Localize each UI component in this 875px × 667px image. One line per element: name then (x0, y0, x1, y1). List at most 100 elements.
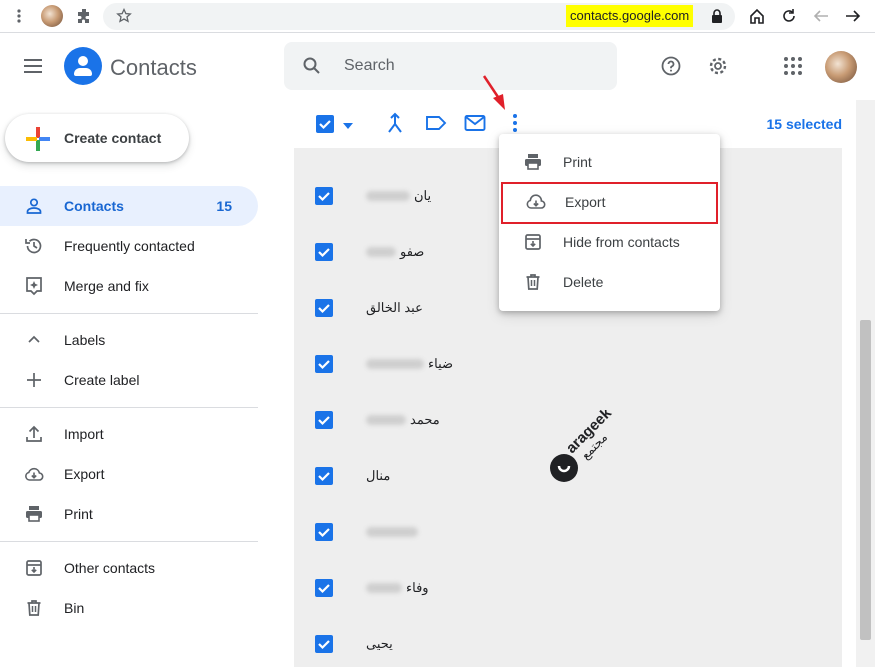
scrollbar[interactable] (856, 100, 875, 667)
row-checkbox[interactable] (315, 355, 333, 373)
history-icon (24, 236, 44, 256)
blurred-text (366, 583, 402, 593)
sidebar-item-label: Labels (64, 332, 106, 348)
sidebar-item-label: Frequently contacted (64, 238, 195, 254)
sidebar-item-export[interactable]: Export (0, 454, 258, 494)
extensions-icon[interactable] (74, 5, 94, 27)
contact-name: يان (414, 188, 432, 203)
sidebar-item-bin[interactable]: Bin (0, 588, 258, 628)
sidebar-item-label: Contacts (64, 198, 124, 214)
blurred-text (366, 359, 424, 369)
help-icon[interactable] (661, 56, 681, 81)
sidebar-item-label: Import (64, 426, 104, 442)
sidebar-item-label: Other contacts (64, 560, 156, 576)
sidebar-item-label: Print (64, 506, 93, 522)
contact-name: يحيى (366, 636, 393, 651)
list-item[interactable]: يحيى (294, 616, 842, 667)
app-header: Contacts (0, 34, 875, 100)
cloud-download-icon (24, 464, 44, 484)
menu-item-print[interactable]: Print (499, 142, 720, 182)
url-text[interactable]: contacts.google.com (566, 5, 694, 27)
home-icon[interactable] (747, 5, 767, 27)
contacts-logo-icon[interactable] (64, 47, 102, 85)
sidebar-item-label: Export (64, 466, 105, 482)
menu-item-export[interactable]: Export (501, 182, 718, 224)
blurred-text (366, 247, 396, 257)
sidebar-divider (0, 541, 258, 542)
settings-gear-icon[interactable] (708, 56, 728, 81)
more-actions-menu: Print Export Hide from contacts Delete (499, 134, 720, 311)
apps-grid-icon[interactable] (783, 56, 803, 81)
blurred-text (366, 527, 418, 537)
search-box[interactable] (284, 42, 617, 90)
archive-icon (24, 558, 44, 578)
menu-item-label: Hide from contacts (563, 234, 680, 250)
sidebar-item-labels[interactable]: Labels (0, 320, 258, 360)
create-contact-button[interactable]: Create contact (5, 114, 189, 162)
app-title[interactable]: Contacts (110, 55, 197, 81)
lock-icon (711, 9, 723, 28)
contact-name: وفاء (406, 580, 429, 595)
select-dropdown-icon[interactable] (342, 118, 354, 136)
profile-avatar-icon[interactable] (40, 5, 64, 27)
person-icon (24, 196, 44, 216)
list-item[interactable]: ضياء (294, 336, 842, 392)
cloud-download-icon (525, 192, 547, 217)
sidebar-item-contacts[interactable]: Contacts 15 (0, 186, 258, 226)
select-all-checkbox[interactable] (315, 114, 335, 139)
sidebar-item-label: Bin (64, 600, 85, 616)
arageek-watermark: arageek مجتمع (546, 404, 636, 495)
blurred-text (366, 415, 406, 425)
more-vert-icon[interactable] (12, 5, 26, 27)
forward-icon[interactable] (843, 5, 863, 27)
sidebar-item-import[interactable]: Import (0, 414, 258, 454)
main-menu-icon[interactable] (22, 56, 44, 81)
row-checkbox[interactable] (315, 467, 333, 485)
archive-icon (523, 232, 543, 257)
contact-name: صفو (400, 244, 425, 259)
merge-icon[interactable] (385, 112, 405, 139)
sidebar-item-print[interactable]: Print (0, 494, 258, 534)
reload-icon[interactable] (779, 5, 799, 27)
row-checkbox[interactable] (315, 523, 333, 541)
contacts-count: 15 (216, 198, 232, 214)
list-item[interactable] (294, 504, 842, 560)
row-checkbox[interactable] (315, 299, 333, 317)
row-checkbox[interactable] (315, 243, 333, 261)
browser-toolbar: contacts.google.com (0, 0, 875, 33)
sidebar-item-frequently-contacted[interactable]: Frequently contacted (0, 226, 258, 266)
scrollbar-thumb[interactable] (860, 320, 871, 640)
merge-fix-icon (24, 276, 44, 296)
sidebar-item-label: Create label (64, 372, 140, 388)
colored-plus-icon (25, 126, 51, 157)
chevron-up-icon (24, 330, 44, 350)
sidebar-item-create-label[interactable]: Create label (0, 360, 258, 400)
bookmark-star-icon[interactable] (113, 5, 135, 27)
sidebar-item-merge-and-fix[interactable]: Merge and fix (0, 266, 258, 306)
sidebar-item-other-contacts[interactable]: Other contacts (0, 548, 258, 588)
trash-icon (24, 598, 44, 618)
back-icon[interactable] (811, 5, 831, 27)
row-checkbox[interactable] (315, 411, 333, 429)
menu-item-label: Delete (563, 274, 604, 290)
create-contact-label: Create contact (64, 130, 162, 146)
menu-item-delete[interactable]: Delete (499, 262, 720, 302)
printer-icon (24, 504, 44, 524)
contact-name: عبد الخالق (366, 300, 423, 315)
annotation-arrow-icon (480, 72, 510, 119)
label-tag-icon[interactable] (425, 112, 447, 139)
row-checkbox[interactable] (315, 579, 333, 597)
contact-name: محمد (410, 412, 440, 427)
menu-item-label: Export (565, 194, 606, 210)
menu-item-hide-from-contacts[interactable]: Hide from contacts (499, 222, 720, 262)
search-input[interactable] (344, 55, 594, 77)
search-icon[interactable] (302, 56, 322, 81)
plus-icon (24, 370, 44, 390)
menu-item-label: Print (563, 154, 592, 170)
row-checkbox[interactable] (315, 635, 333, 653)
list-item[interactable]: وفاء (294, 560, 842, 616)
row-checkbox[interactable] (315, 187, 333, 205)
sidebar: Create contact Contacts 15 Frequently co… (0, 100, 275, 667)
account-avatar[interactable] (825, 51, 857, 83)
upload-icon (24, 424, 44, 444)
